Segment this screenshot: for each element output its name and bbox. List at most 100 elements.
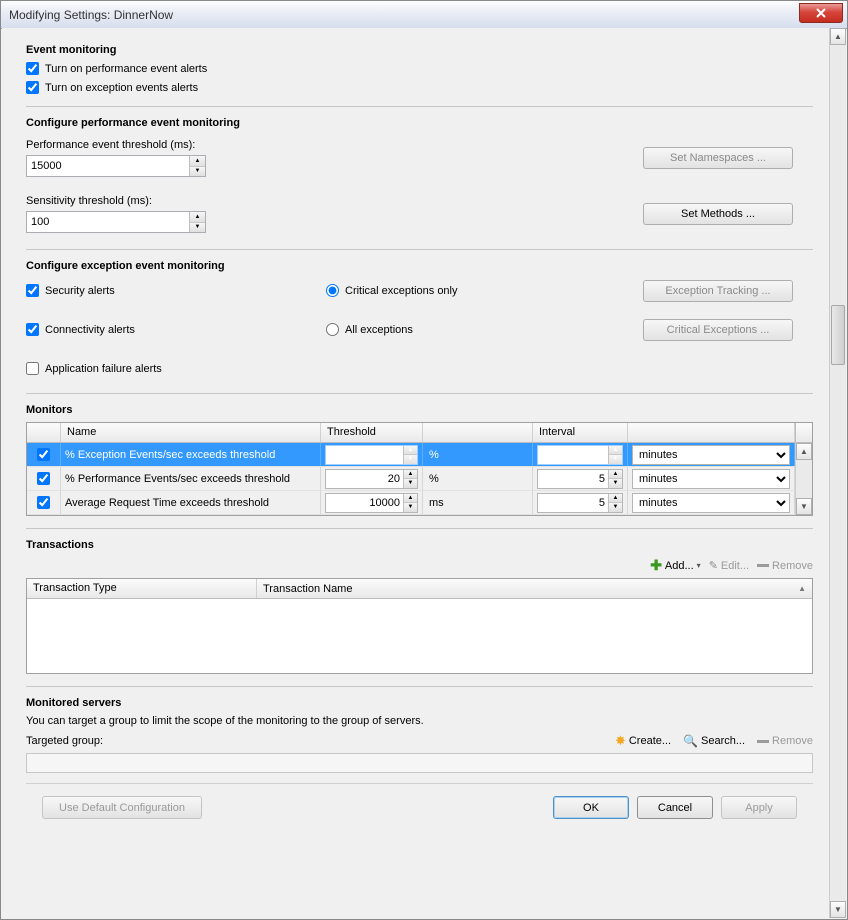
monitor-interval-spin[interactable]: ▲▼ (537, 469, 623, 489)
exception-tracking-button[interactable]: Exception Tracking ... (643, 280, 793, 302)
checkbox-security-alerts[interactable] (26, 284, 39, 297)
set-namespaces-button[interactable]: Set Namespaces ... (643, 147, 793, 169)
monitor-interval-input[interactable] (538, 470, 608, 488)
spin-down-icon[interactable]: ▼ (609, 455, 622, 464)
spin-down-icon[interactable]: ▼ (609, 503, 622, 512)
label-targeted-group: Targeted group: (26, 735, 103, 747)
label-connectivity-alerts: Connectivity alerts (45, 324, 135, 336)
label-all-exceptions: All exceptions (345, 324, 413, 336)
transactions-remove-button[interactable]: Remove (757, 560, 813, 572)
monitor-interval-spin[interactable]: ▲▼ (537, 493, 623, 513)
scroll-track[interactable] (830, 45, 846, 901)
col-tx-type[interactable]: Transaction Type (27, 579, 257, 598)
window-close-button[interactable] (799, 3, 843, 23)
use-default-config-button[interactable]: Use Default Configuration (42, 796, 202, 819)
apply-button[interactable]: Apply (721, 796, 797, 819)
spin-down-icon[interactable]: ▼ (190, 223, 205, 233)
col-threshold[interactable]: Threshold (321, 423, 423, 442)
scroll-thumb[interactable] (831, 305, 845, 365)
checkbox-exc-alerts[interactable] (26, 81, 39, 94)
servers-create-button[interactable]: ✸Create... (615, 733, 671, 749)
ok-button[interactable]: OK (553, 796, 629, 819)
scroll-down-icon[interactable]: ▼ (796, 498, 812, 515)
dialog-footer: Use Default Configuration OK Cancel Appl… (26, 783, 813, 831)
monitor-unit: ms (427, 497, 528, 509)
checkbox-connectivity-alerts[interactable] (26, 323, 39, 336)
spin-down-icon[interactable]: ▼ (609, 479, 622, 488)
separator (26, 106, 813, 107)
spin-down-icon[interactable]: ▼ (404, 455, 417, 464)
monitor-row[interactable]: % Exception Events/sec exceeds threshold… (27, 443, 795, 467)
section-monitors: Monitors (26, 404, 813, 416)
spin-up-icon[interactable]: ▲ (404, 494, 417, 504)
monitor-threshold-spin[interactable]: ▲▼ (325, 493, 418, 513)
monitor-row[interactable]: Average Request Time exceeds threshold▲▼… (27, 491, 795, 515)
spinbox-perf-threshold[interactable]: ▲▼ (26, 155, 206, 177)
star-icon: ✸ (615, 733, 626, 749)
col-name[interactable]: Name (61, 423, 321, 442)
spin-up-icon[interactable]: ▲ (190, 212, 205, 223)
monitor-interval-unit-select[interactable]: minutes (632, 493, 790, 513)
col-scroll-gutter (795, 423, 812, 442)
monitor-threshold-spin[interactable]: ▲▼ (325, 469, 418, 489)
spin-up-icon[interactable]: ▲ (609, 470, 622, 480)
monitor-threshold-input[interactable] (326, 470, 403, 488)
monitor-row[interactable]: % Performance Events/sec exceeds thresho… (27, 467, 795, 491)
monitor-threshold-spin[interactable]: ▲▼ (325, 445, 418, 465)
monitor-threshold-input[interactable] (326, 446, 403, 464)
spin-up-icon[interactable]: ▲ (609, 494, 622, 504)
servers-search-button[interactable]: 🔍Search... (683, 734, 745, 748)
radio-critical-only[interactable] (326, 284, 339, 297)
radio-all-exceptions[interactable] (326, 323, 339, 336)
critical-exceptions-button[interactable]: Critical Exceptions ... (643, 319, 793, 341)
cancel-button[interactable]: Cancel (637, 796, 713, 819)
dialog-body: Event monitoring Turn on performance eve… (2, 28, 829, 918)
pencil-icon: ✎ (709, 559, 718, 572)
monitor-interval-input[interactable] (538, 446, 608, 464)
titlebar[interactable]: Modifying Settings: DinnerNow (1, 1, 847, 29)
input-sensitivity[interactable] (27, 212, 189, 232)
close-icon (816, 8, 826, 18)
col-interval-unit (628, 423, 795, 442)
spin-down-icon[interactable]: ▼ (404, 503, 417, 512)
transactions-add-button[interactable]: ✚Add...▾ (650, 557, 701, 574)
transactions-edit-button[interactable]: ✎Edit... (709, 559, 749, 572)
spin-up-icon[interactable]: ▲ (404, 446, 417, 456)
sort-asc-icon: ▲ (798, 584, 806, 593)
targeted-group-field[interactable] (26, 753, 813, 773)
monitor-row-checkbox[interactable] (37, 448, 50, 461)
servers-remove-button[interactable]: Remove (757, 735, 813, 747)
col-tx-name[interactable]: Transaction Name▲ (257, 579, 812, 598)
monitor-row-checkbox[interactable] (37, 472, 50, 485)
checkbox-appfail-alerts[interactable] (26, 362, 39, 375)
scroll-down-icon[interactable]: ▼ (830, 901, 846, 918)
monitor-threshold-input[interactable] (326, 494, 403, 512)
spin-down-icon[interactable]: ▼ (190, 167, 205, 177)
input-perf-threshold[interactable] (27, 156, 189, 176)
label-sensitivity: Sensitivity threshold (ms): (26, 195, 326, 207)
dialog-scrollbar[interactable]: ▲ ▼ (829, 28, 846, 918)
set-methods-button[interactable]: Set Methods ... (643, 203, 793, 225)
spin-up-icon[interactable]: ▲ (404, 470, 417, 480)
scroll-up-icon[interactable]: ▲ (830, 28, 846, 45)
spinbox-sensitivity[interactable]: ▲▼ (26, 211, 206, 233)
checkbox-perf-alerts[interactable] (26, 62, 39, 75)
col-check[interactable] (27, 423, 61, 442)
search-icon: 🔍 (683, 734, 698, 748)
separator (26, 249, 813, 250)
monitor-interval-unit-select[interactable]: minutes (632, 469, 790, 489)
section-perf-monitoring: Configure performance event monitoring (26, 117, 813, 129)
monitor-interval-spin[interactable]: ▲▼ (537, 445, 623, 465)
monitors-table: Name Threshold Interval % Exception Even… (26, 422, 813, 516)
section-exc-monitoring: Configure exception event monitoring (26, 260, 813, 272)
monitor-row-checkbox[interactable] (37, 496, 50, 509)
spin-up-icon[interactable]: ▲ (609, 446, 622, 456)
monitors-scrollbar[interactable]: ▲ ▼ (795, 443, 812, 515)
spin-down-icon[interactable]: ▼ (404, 479, 417, 488)
spin-up-icon[interactable]: ▲ (190, 156, 205, 167)
monitor-interval-input[interactable] (538, 494, 608, 512)
window-title: Modifying Settings: DinnerNow (9, 8, 173, 22)
col-interval[interactable]: Interval (533, 423, 628, 442)
scroll-up-icon[interactable]: ▲ (796, 443, 812, 460)
monitor-interval-unit-select[interactable]: minutes (632, 445, 790, 465)
